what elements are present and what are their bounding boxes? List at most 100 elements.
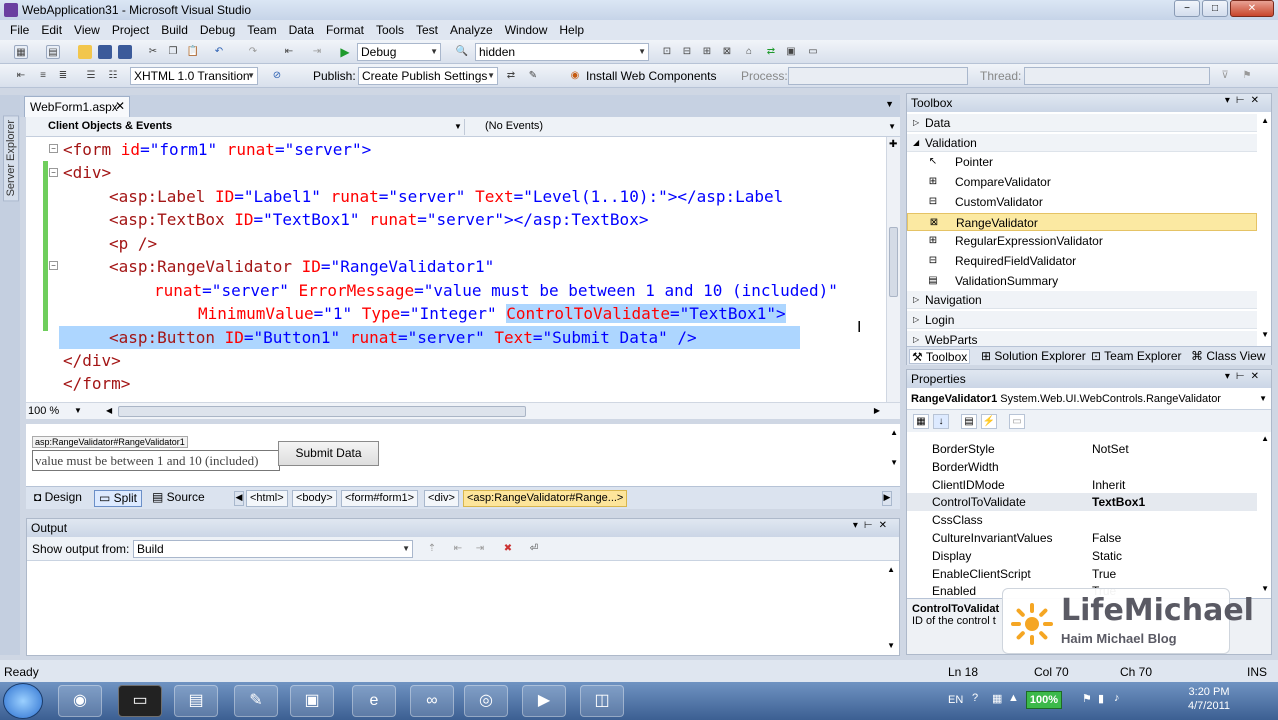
copy-icon[interactable]: ❐ <box>166 45 180 59</box>
extension-manager-icon[interactable]: ⇄ <box>764 45 778 59</box>
menu-tools[interactable]: Tools <box>370 23 410 37</box>
toolbox-item[interactable]: ⊞ CompareValidator <box>907 173 1257 191</box>
hidden-icons-icon[interactable]: ▲ <box>1008 692 1019 704</box>
save-all-icon[interactable] <box>118 45 132 59</box>
panel-controls[interactable]: ▾⊢✕ <box>1225 95 1265 106</box>
crumb-range-validator[interactable]: <asp:RangeValidator#Range...> <box>463 490 628 507</box>
chevron-down-icon[interactable]: ▼ <box>888 122 896 131</box>
tab-toolbox[interactable]: ⚒ Toolbox <box>909 349 971 364</box>
alphabetical-icon[interactable]: ↓ <box>933 414 949 429</box>
toolbox-category[interactable]: ▷ Data <box>907 114 1257 132</box>
tab-dropdown-icon[interactable]: ▼ <box>885 99 894 109</box>
property-value[interactable]: False <box>1092 531 1121 545</box>
start-page-icon[interactable]: ⌂ <box>742 45 756 59</box>
open-folder-icon[interactable] <box>78 45 92 59</box>
design-surface[interactable]: asp:RangeValidator#RangeValidator1 value… <box>26 424 900 486</box>
thread-select[interactable] <box>1024 67 1210 85</box>
menu-format[interactable]: Format <box>320 23 370 37</box>
crumb-body[interactable]: <body> <box>292 490 337 507</box>
toolbox-icon[interactable]: ⊠ <box>720 45 734 59</box>
find-message-icon[interactable]: ⇡ <box>425 542 439 556</box>
crumb-html[interactable]: <html> <box>246 490 288 507</box>
range-validator-preview[interactable]: value must be between 1 and 10 (included… <box>32 450 280 471</box>
notepad-icon[interactable]: ✎ <box>234 685 278 717</box>
split-view-button[interactable]: ▭ Split <box>94 490 143 507</box>
events-icon[interactable]: ⚡ <box>981 414 997 429</box>
publish-web-icon[interactable]: ⇄ <box>504 69 518 83</box>
property-value[interactable]: Static <box>1092 549 1122 563</box>
comment-icon[interactable]: ☰ <box>84 69 98 83</box>
uncomment-icon[interactable]: ☷ <box>106 69 120 83</box>
start-debugging-icon[interactable]: ▶ <box>338 45 352 59</box>
crumb-forward-icon[interactable]: ▶ <box>882 491 892 506</box>
internet-explorer-icon[interactable]: e <box>352 685 396 717</box>
tab-class-view[interactable]: ⌘ Class View <box>1191 349 1265 364</box>
visual-studio-icon[interactable]: ∞ <box>410 685 454 717</box>
properties-window-icon[interactable]: ⊟ <box>680 45 694 59</box>
property-pages-icon[interactable]: ▭ <box>1009 414 1025 429</box>
events-select[interactable]: (No Events) <box>464 119 896 135</box>
property-value[interactable]: Inherit <box>1092 478 1125 492</box>
next-message-icon[interactable]: ⇥ <box>473 542 487 556</box>
scroll-down-icon[interactable]: ▼ <box>1261 330 1269 339</box>
toolbox-item[interactable]: ⊟ RequiredFieldValidator <box>907 252 1257 270</box>
redo-icon[interactable]: ↷ <box>246 45 260 59</box>
format-selection-icon[interactable]: ≣ <box>56 69 70 83</box>
command-window-icon[interactable]: ▣ <box>784 45 798 59</box>
close-tab-icon[interactable]: ✕ <box>115 99 125 113</box>
signal-icon[interactable]: ▮ <box>1098 692 1104 705</box>
scroll-down-icon[interactable]: ▼ <box>887 641 895 650</box>
output-source-select[interactable]: Build ▼ <box>133 540 413 558</box>
toolbox-category[interactable]: ▷ Navigation <box>907 291 1257 310</box>
network-icon[interactable]: ▦ <box>992 692 1002 705</box>
network-app-icon[interactable]: ◫ <box>580 685 624 717</box>
tab-team-explorer[interactable]: ⊡ Team Explorer <box>1091 349 1182 364</box>
volume-icon[interactable]: ♪ <box>1114 692 1120 704</box>
add-item-icon[interactable]: ▤ <box>46 45 60 59</box>
collapse-icon[interactable]: − <box>49 261 58 270</box>
collapse-icon[interactable]: − <box>49 168 58 177</box>
more-windows-icon[interactable]: ▭ <box>806 45 820 59</box>
scroll-up-icon[interactable]: ▲ <box>1261 434 1269 443</box>
find-combo[interactable]: hidden ▼ <box>475 43 649 61</box>
source-view-button[interactable]: ▤ Source <box>148 490 209 507</box>
property-value[interactable]: TextBox1 <box>1092 495 1145 509</box>
property-row[interactable]: BorderWidth <box>907 458 1257 476</box>
collapse-icon[interactable]: − <box>49 144 58 153</box>
toolbox-item[interactable]: ⊠ RangeValidator <box>907 212 1257 231</box>
property-row[interactable]: ClientIDMode Inherit <box>907 476 1257 494</box>
design-view-button[interactable]: ◘ Design <box>30 490 86 507</box>
word-wrap-icon[interactable]: ⏎ <box>527 542 541 556</box>
menu-edit[interactable]: Edit <box>35 23 68 37</box>
doctype-select[interactable]: XHTML 1.0 Transition ▼ <box>130 67 258 85</box>
browser-app-icon[interactable]: ◎ <box>464 685 508 717</box>
menu-data[interactable]: Data <box>283 23 320 37</box>
clock[interactable]: 3:20 PM 4/7/2011 <box>1188 685 1230 713</box>
new-project-icon[interactable]: ▦ <box>14 45 28 59</box>
chevron-down-icon[interactable]: ▼ <box>454 122 462 131</box>
client-objects-select[interactable]: Client Objects & Events <box>44 119 464 135</box>
maximize-button[interactable]: □ <box>1202 0 1228 17</box>
menu-test[interactable]: Test <box>410 23 444 37</box>
explorer-folder-icon[interactable]: ▤ <box>174 685 218 717</box>
toolbox-category[interactable]: ◢ Validation <box>907 133 1257 152</box>
scroll-up-icon[interactable]: ▲ <box>1261 116 1269 125</box>
scroll-down-icon[interactable]: ▼ <box>890 458 898 467</box>
scroll-left-icon[interactable]: ◀ <box>106 406 112 415</box>
scroll-thumb[interactable] <box>118 406 526 417</box>
media-player-icon[interactable]: ▶ <box>522 685 566 717</box>
process-select[interactable] <box>788 67 968 85</box>
flag-icon[interactable]: ⚑ <box>1240 69 1254 83</box>
minimize-button[interactable]: − <box>1174 0 1200 17</box>
help-icon[interactable]: ? <box>972 692 978 704</box>
property-row[interactable]: CssClass <box>907 511 1257 529</box>
toolbox-item[interactable]: ⊟ CustomValidator <box>907 193 1257 211</box>
property-row[interactable]: BorderStyle NotSet <box>907 440 1257 458</box>
submit-button-preview[interactable]: Submit Data <box>278 441 379 466</box>
scroll-up-icon[interactable]: ▲ <box>890 428 898 437</box>
menu-team[interactable]: Team <box>241 23 282 37</box>
crumb-back-icon[interactable]: ◀ <box>234 491 244 506</box>
zoom-level[interactable]: 100 % <box>28 405 59 417</box>
navigate-forward-icon[interactable]: ⇥ <box>310 45 324 59</box>
save-icon[interactable] <box>98 45 112 59</box>
